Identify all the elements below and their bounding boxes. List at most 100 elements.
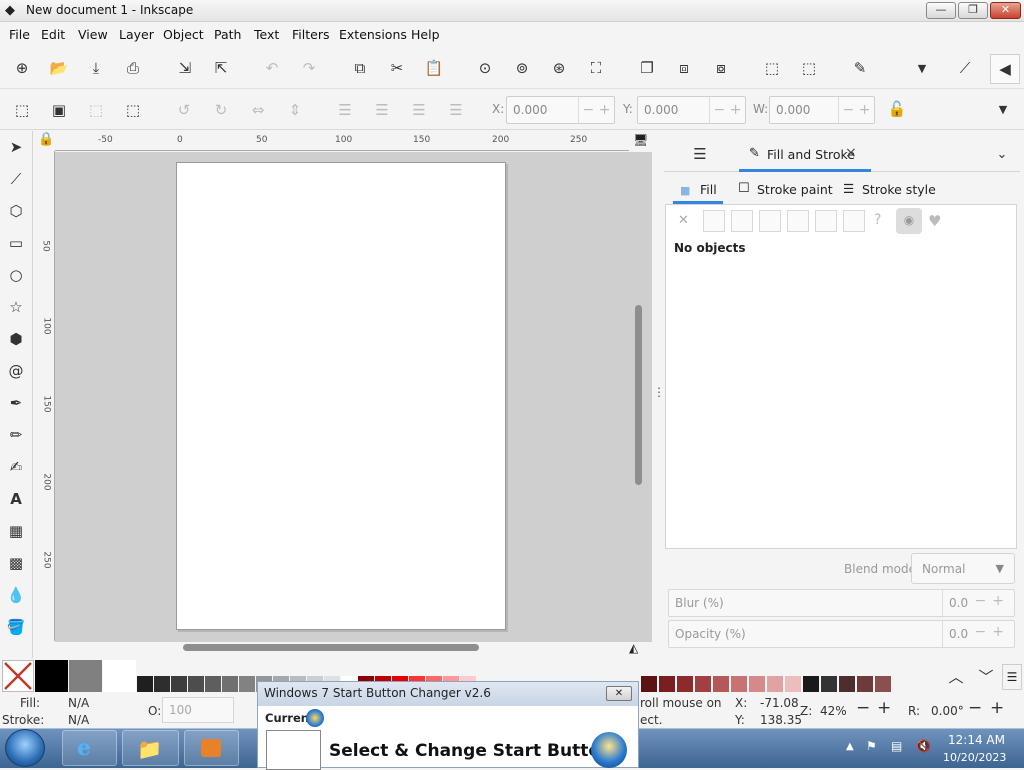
rectangle-tool-icon[interactable]: ▭ (5, 232, 27, 254)
document-page[interactable] (176, 162, 506, 630)
palette-swatch[interactable] (239, 676, 255, 692)
spiral-tool-icon[interactable]: @ (5, 360, 27, 382)
palette-swatch[interactable] (875, 676, 891, 692)
redo-icon[interactable]: ↷ (298, 57, 320, 79)
w-stepper-icon[interactable]: − + (838, 97, 874, 123)
menu-layer[interactable]: Layer (119, 27, 154, 42)
raise-icon[interactable]: ☰ (371, 99, 393, 121)
menu-text[interactable]: Text (254, 27, 279, 42)
flat-color-icon[interactable] (703, 210, 725, 232)
copy-icon[interactable]: ⧉ (349, 57, 371, 79)
flip-horizontal-icon[interactable]: ⇔ (247, 99, 269, 121)
menu-object[interactable]: Object (163, 27, 204, 42)
gradient-tool-icon[interactable]: ▦ (5, 520, 27, 542)
no-color-swatch[interactable] (2, 660, 34, 692)
opacity-stepper-icon[interactable]: −+ (975, 624, 1010, 640)
rotation-value[interactable]: 0.00° (931, 704, 964, 718)
tab-fill-and-stroke[interactable]: ✎ Fill and Stroke × (739, 139, 871, 172)
pattern-icon[interactable] (815, 210, 837, 232)
gray-swatch[interactable] (69, 660, 102, 692)
import-icon[interactable]: ⇲ (174, 57, 196, 79)
rotate-plus-icon[interactable]: + (990, 698, 1004, 718)
ellipse-tool-icon[interactable]: ○ (5, 264, 27, 286)
flip-vertical-icon[interactable]: ⇕ (284, 99, 306, 121)
palette-swatch[interactable] (205, 676, 221, 692)
zoom-page-icon[interactable]: ⊛ (548, 57, 570, 79)
pencil-tool-icon[interactable]: ✏ (5, 424, 27, 446)
rotate-ccw-icon[interactable]: ↺ (173, 99, 195, 121)
vertical-scrollbar[interactable] (635, 305, 642, 485)
swatch-icon[interactable] (843, 210, 865, 232)
mesh-gradient-icon[interactable] (787, 210, 809, 232)
black-swatch[interactable] (35, 660, 68, 692)
close-button[interactable]: ✕ (990, 2, 1021, 19)
group-icon[interactable]: ⬚ (761, 57, 783, 79)
paint-bucket-tool-icon[interactable]: 🪣 (5, 616, 27, 638)
clock-date[interactable]: 10/20/2023 (943, 751, 1006, 764)
lock-ratio-icon[interactable]: 🔓 (886, 98, 908, 120)
taskbar-explorer-button[interactable]: 📁 (122, 730, 179, 766)
duplicate-icon[interactable]: ❐ (636, 57, 658, 79)
palette-swatch[interactable] (857, 676, 873, 692)
menu-edit[interactable]: Edit (41, 27, 65, 42)
palette-swatch[interactable] (137, 676, 153, 692)
action-center-icon[interactable]: ⚑ (866, 739, 877, 753)
ungroup-icon[interactable]: ⬚ (798, 57, 820, 79)
tab-fill[interactable]: Fill (700, 182, 717, 197)
menu-extensions[interactable]: Extensions (339, 27, 407, 42)
palette-swatch[interactable] (641, 676, 657, 692)
palette-swatch[interactable] (171, 676, 187, 692)
zoom-in-icon[interactable]: + (877, 698, 891, 718)
undo-icon[interactable]: ↶ (261, 57, 283, 79)
select-all-icon[interactable]: ⬚ (11, 99, 33, 121)
controls-overflow-icon[interactable]: ▼ (992, 98, 1014, 120)
collapse-toolbar-icon[interactable]: ◀ (990, 54, 1020, 84)
node-tool-icon[interactable]: ⟋ (5, 168, 27, 190)
fill-stroke-dialog-icon[interactable]: ✎ (849, 57, 871, 79)
zoom-out-icon[interactable]: − (856, 698, 870, 718)
linear-gradient-icon[interactable] (731, 210, 753, 232)
unset-paint-icon[interactable]: ? (874, 212, 881, 228)
zoom-value[interactable]: 42% (820, 704, 847, 718)
palette-swatch[interactable] (731, 676, 747, 692)
palette-swatch[interactable] (749, 676, 765, 692)
rotate-minus-icon[interactable]: − (968, 698, 982, 718)
fill-rule-nonzero-icon[interactable]: ♥ (928, 212, 941, 230)
menu-filters[interactable]: Filters (292, 27, 329, 42)
paste-icon[interactable]: 📋 (423, 57, 445, 79)
unlink-clone-icon[interactable]: ⧇ (710, 57, 732, 79)
color-managed-icon[interactable]: ◭ (629, 641, 647, 657)
width-field[interactable]: 0.000 − + (769, 96, 875, 124)
select-same-icon[interactable]: ⬚ (85, 99, 107, 121)
panel-dropdown-icon[interactable]: ⌄ (991, 143, 1013, 165)
tab-stroke-paint[interactable]: Stroke paint (757, 182, 833, 197)
pen-tool-icon[interactable]: ✒ (5, 392, 27, 414)
palette-scroll-up-icon[interactable]: ︿ (945, 665, 967, 687)
shape-builder-tool-icon[interactable]: ⬡ (5, 200, 27, 222)
palette-swatch[interactable] (839, 676, 855, 692)
menu-file[interactable]: File (9, 27, 30, 42)
menu-help[interactable]: Help (411, 27, 440, 42)
save-icon[interactable]: ⤓ (85, 57, 107, 79)
lock-guides-icon[interactable]: 🔒 (35, 131, 55, 151)
network-icon[interactable]: ▤ (891, 739, 902, 753)
blur-field[interactable]: Blur (%) 0.0 −+ (668, 589, 1015, 617)
tab-close-icon[interactable]: × (845, 145, 857, 161)
blend-mode-select[interactable]: Normal ▼ (911, 553, 1015, 584)
palette-swatch[interactable] (695, 676, 711, 692)
x-coordinate-field[interactable]: 0.000 − + (506, 96, 615, 124)
palette-swatch[interactable] (222, 676, 238, 692)
palette-menu-icon[interactable]: ☰ (1002, 664, 1022, 690)
palette-swatch[interactable] (659, 676, 675, 692)
taskbar-media-button[interactable] (184, 730, 239, 766)
text-tool-icon[interactable]: A (5, 488, 27, 510)
palette-swatch[interactable] (803, 676, 819, 692)
cut-icon[interactable]: ✂ (386, 57, 408, 79)
x-stepper-icon[interactable]: − + (578, 97, 614, 123)
dropper-tool-icon[interactable]: 💧 (5, 584, 27, 606)
display-mode-icon[interactable]: 🖥 (629, 131, 652, 151)
dialog-close-button[interactable]: ✕ (606, 686, 632, 701)
toolbar-overflow-icon[interactable]: ▼ (911, 57, 933, 79)
raise-to-top-icon[interactable]: ☰ (334, 99, 356, 121)
palette-swatch[interactable] (821, 676, 837, 692)
